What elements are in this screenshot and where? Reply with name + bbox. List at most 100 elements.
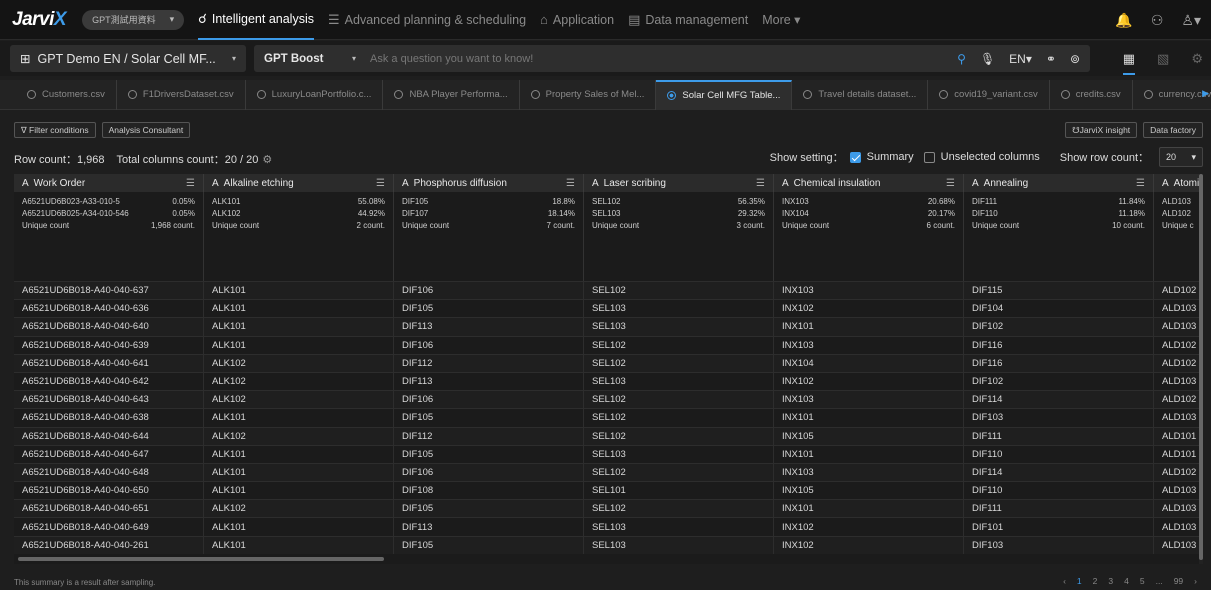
table-row[interactable]: A6521UD6B018-A40-040-638 ALK101 DIF105 SEL1…: [14, 408, 1203, 427]
user-icon[interactable]: ♙▾: [1181, 12, 1201, 29]
page-number[interactable]: 2: [1093, 576, 1098, 586]
text-type-icon: A: [212, 177, 219, 189]
column-header[interactable]: A Work Order ☰: [14, 174, 204, 192]
page-number[interactable]: ...: [1156, 576, 1163, 586]
dataset-selector[interactable]: ⊞ GPT Demo EN / Solar Cell MF... ▾: [10, 45, 246, 72]
table-cell: INX102: [774, 536, 964, 554]
table-row[interactable]: A6521UD6B018-A40-040-261 ALK101 DIF105 SEL1…: [14, 535, 1203, 554]
page-number[interactable]: 1: [1077, 576, 1082, 586]
file-tab[interactable]: currency.csv: [1133, 80, 1211, 110]
page-number[interactable]: 4: [1124, 576, 1129, 586]
table-cell: SEL102: [584, 354, 774, 372]
node-icon[interactable]: ⚭: [1046, 52, 1056, 66]
table-cell: INX103: [774, 282, 964, 300]
app-logo[interactable]: JarviX: [12, 9, 67, 31]
table-cell: A6521UD6B018-A40-040-638: [14, 409, 204, 427]
search-icon[interactable]: ⚲: [957, 52, 966, 66]
table-cell: A6521UD6B018-A40-040-636: [14, 300, 204, 318]
table-view-icon[interactable]: ▦: [1122, 51, 1136, 75]
horizontal-scrollbar[interactable]: [18, 557, 384, 561]
gear-icon[interactable]: ⚙: [262, 153, 272, 166]
file-tab[interactable]: Property Sales of Mel...: [520, 79, 657, 110]
column-header[interactable]: A Alkaline etching ☰: [204, 174, 394, 192]
table-row[interactable]: A6521UD6B018-A40-040-647 ALK101 DIF105 SEL1…: [14, 444, 1203, 463]
column-menu-icon[interactable]: ☰: [186, 178, 195, 189]
next-page-icon[interactable]: ›: [1194, 576, 1197, 586]
row-count-select[interactable]: 20 ▾: [1159, 147, 1203, 167]
microphone-icon[interactable]: 🎙: [980, 52, 995, 66]
file-tab-label: credits.csv: [1075, 89, 1121, 100]
table-cell: DIF105: [394, 500, 584, 518]
unselected-columns-checkbox[interactable]: [923, 151, 935, 163]
jarvix-insight-button[interactable]: ☋JarviX insight: [1065, 122, 1138, 138]
file-tab[interactable]: Solar Cell MFG Table...: [656, 79, 793, 110]
ask-bar: GPT Boost ▾ Ask a question you want to k…: [254, 45, 1090, 72]
column-menu-icon[interactable]: ☰: [756, 178, 765, 189]
language-selector[interactable]: EN▾: [1009, 52, 1032, 66]
table-row[interactable]: A6521UD6B018-A40-040-648 ALK101 DIF106 SEL1…: [14, 462, 1203, 482]
page-number[interactable]: 5: [1140, 576, 1145, 586]
nav-item-application[interactable]: ⌂ Application: [540, 0, 614, 40]
chart-view-icon[interactable]: ▧: [1157, 51, 1169, 67]
nav-item-advanced-planning-scheduling[interactable]: ☰ Advanced planning & scheduling: [328, 0, 526, 40]
summary-value: 10 count.: [1112, 221, 1145, 230]
table-row[interactable]: A6521UD6B018-A40-040-639 ALK101 DIF106 SEL1…: [14, 335, 1203, 354]
file-tab[interactable]: Customers.csv: [16, 79, 117, 110]
table-row[interactable]: A6521UD6B018-A40-040-651 ALK102 DIF105 SEL1…: [14, 499, 1203, 518]
page-number[interactable]: 99: [1174, 576, 1183, 586]
mode-selector[interactable]: GPT Boost: [264, 53, 344, 65]
table-row[interactable]: A6521UD6B018-A40-040-637 ALK101 DIF106 SEL1…: [14, 281, 1203, 300]
bell-icon[interactable]: 🔔: [1115, 12, 1132, 29]
column-header[interactable]: A Atomi: [1154, 174, 1203, 192]
nav-more[interactable]: More ▾: [762, 0, 800, 40]
table-cell: DIF106: [394, 391, 584, 409]
table-row[interactable]: A6521UD6B018-A40-040-643 ALK102 DIF106 SEL1…: [14, 390, 1203, 409]
table-cell: ALD103: [1154, 409, 1203, 427]
column-menu-icon[interactable]: ☰: [566, 178, 575, 189]
table-row[interactable]: A6521UD6B018-A40-040-649 ALK101 DIF113 SEL1…: [14, 517, 1203, 536]
table-cell: DIF116: [964, 354, 1154, 372]
table-row[interactable]: A6521UD6B018-A40-040-640 ALK101 DIF113 SEL1…: [14, 317, 1203, 336]
filter-conditions-button[interactable]: ∇ Filter conditions: [14, 122, 96, 138]
column-menu-icon[interactable]: ☰: [376, 178, 385, 189]
nav-item-intelligent-analysis[interactable]: ☌ Intelligent analysis: [198, 0, 314, 40]
file-tab[interactable]: NBA Player Performa...: [383, 79, 520, 110]
org-icon[interactable]: ⚇: [1151, 12, 1164, 29]
summary-value: 44.92%: [357, 209, 385, 218]
file-tab[interactable]: LuxuryLoanPortfolio.c...: [246, 79, 384, 110]
column-menu-icon[interactable]: ☰: [946, 178, 955, 189]
file-tab[interactable]: F1DriversDataset.csv: [117, 79, 246, 110]
chevron-down-icon[interactable]: ▾: [352, 54, 356, 63]
table-cell: SEL102: [584, 463, 774, 482]
table-cell: SEL102: [584, 391, 774, 409]
page-number[interactable]: 3: [1108, 576, 1113, 586]
file-tab[interactable]: credits.csv: [1050, 79, 1133, 110]
brain-icon[interactable]: ⊚: [1070, 52, 1080, 66]
settings-view-icon[interactable]: ⚙: [1191, 51, 1203, 67]
prev-page-icon[interactable]: ‹: [1063, 576, 1066, 586]
summary-checkbox[interactable]: [849, 151, 861, 163]
table-row[interactable]: A6521UD6B018-A40-040-636 ALK101 DIF105 SEL1…: [14, 299, 1203, 318]
column-header[interactable]: A Annealing ☰: [964, 174, 1154, 192]
file-tabs: Customers.csv F1DriversDataset.csv LuxuryL…: [0, 79, 1211, 110]
table-row[interactable]: A6521UD6B018-A40-040-642 ALK102 DIF113 SEL1…: [14, 371, 1203, 391]
column-menu-icon[interactable]: ☰: [1136, 178, 1145, 189]
analysis-consultant-button[interactable]: Analysis Consultant: [101, 122, 191, 138]
file-tab[interactable]: covid19_variant.csv: [928, 79, 1050, 110]
vertical-scrollbar[interactable]: [1199, 174, 1203, 564]
data-factory-button[interactable]: Data factory: [1143, 122, 1203, 138]
file-tab[interactable]: Travel details dataset...: [792, 79, 929, 110]
table-cell: SEL103: [584, 318, 774, 336]
table-row[interactable]: A6521UD6B018-A40-040-650 ALK101 DIF108 SEL1…: [14, 481, 1203, 500]
table-row[interactable]: A6521UD6B018-A40-040-641 ALK102 DIF112 SEL1…: [14, 353, 1203, 372]
column-header[interactable]: A Chemical insulation ☰: [774, 174, 964, 192]
column-header[interactable]: A Laser scribing ☰: [584, 174, 774, 192]
column-header[interactable]: A Phosphorus diffusion ☰: [394, 174, 584, 192]
environment-selector[interactable]: GPT測試用資料 ▾: [82, 9, 185, 30]
tabs-right-arrow-icon[interactable]: ▶: [1202, 88, 1209, 99]
ask-input[interactable]: Ask a question you want to know!: [370, 53, 533, 65]
nav-item-data-management[interactable]: ▤ Data management: [628, 0, 748, 40]
table-row[interactable]: A6521UD6B018-A40-040-644 ALK102 DIF112 SEL1…: [14, 426, 1203, 445]
top-nav: JarviX GPT測試用資料 ▾ ☌ Intelligent analysis ☰…: [0, 0, 1211, 40]
summary-value: 1,968 count.: [150, 221, 195, 230]
